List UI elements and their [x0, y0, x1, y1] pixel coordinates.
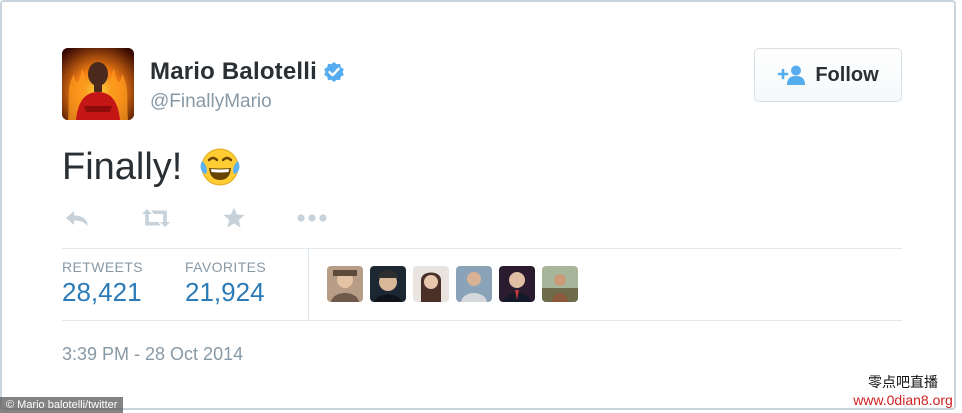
favorites-count: 21,924 — [185, 277, 265, 307]
favorites-stat[interactable]: FAVORITES 21,924 — [185, 259, 266, 308]
watermark-text: 零点吧直播 — [868, 375, 938, 391]
reply-icon[interactable] — [64, 204, 90, 232]
follow-person-icon — [777, 64, 807, 86]
retweets-stat[interactable]: RETWEETS 28,421 — [62, 259, 143, 308]
tweet-card: Mario Balotelli @FinallyMario Follow Fin… — [0, 0, 956, 410]
watermark: 零点吧直播 www.0dian8.org — [848, 375, 958, 409]
favoriter-avatar[interactable] — [456, 266, 492, 302]
favoriters-avatars — [327, 266, 585, 302]
display-name[interactable]: Mario Balotelli — [150, 58, 317, 86]
favorites-label: FAVORITES — [185, 259, 267, 275]
avatar[interactable] — [62, 48, 134, 120]
retweet-icon[interactable] — [140, 204, 172, 232]
watermark-url: www.0dian8.org — [853, 392, 953, 408]
verified-badge-icon — [323, 61, 345, 83]
tweet-text: Finally! — [62, 145, 242, 189]
retweets-label: RETWEETS — [62, 259, 143, 275]
divider — [62, 320, 902, 321]
favoriter-avatar[interactable] — [413, 266, 449, 302]
tweet-text-content: Finally! — [62, 145, 183, 188]
display-name-row: Mario Balotelli — [150, 57, 345, 87]
retweets-count: 28,421 — [62, 277, 142, 307]
favoriter-avatar[interactable] — [327, 266, 363, 302]
divider — [62, 248, 902, 249]
face-with-tears-of-joy-icon — [198, 145, 242, 189]
tweet-timestamp[interactable]: 3:39 PM - 28 Oct 2014 — [62, 344, 243, 365]
follow-button[interactable]: Follow — [754, 48, 902, 102]
screen-name[interactable]: @FinallyMario — [150, 91, 272, 113]
follow-label: Follow — [815, 63, 879, 86]
more-dots-icon[interactable] — [296, 204, 328, 232]
stats-divider — [308, 248, 309, 320]
favoriter-avatar[interactable] — [542, 266, 578, 302]
photo-credit: © Mario balotelli/twitter — [0, 397, 124, 413]
favoriter-avatar[interactable] — [370, 266, 406, 302]
favoriter-avatar[interactable] — [499, 266, 535, 302]
favorite-star-icon[interactable] — [222, 204, 246, 232]
